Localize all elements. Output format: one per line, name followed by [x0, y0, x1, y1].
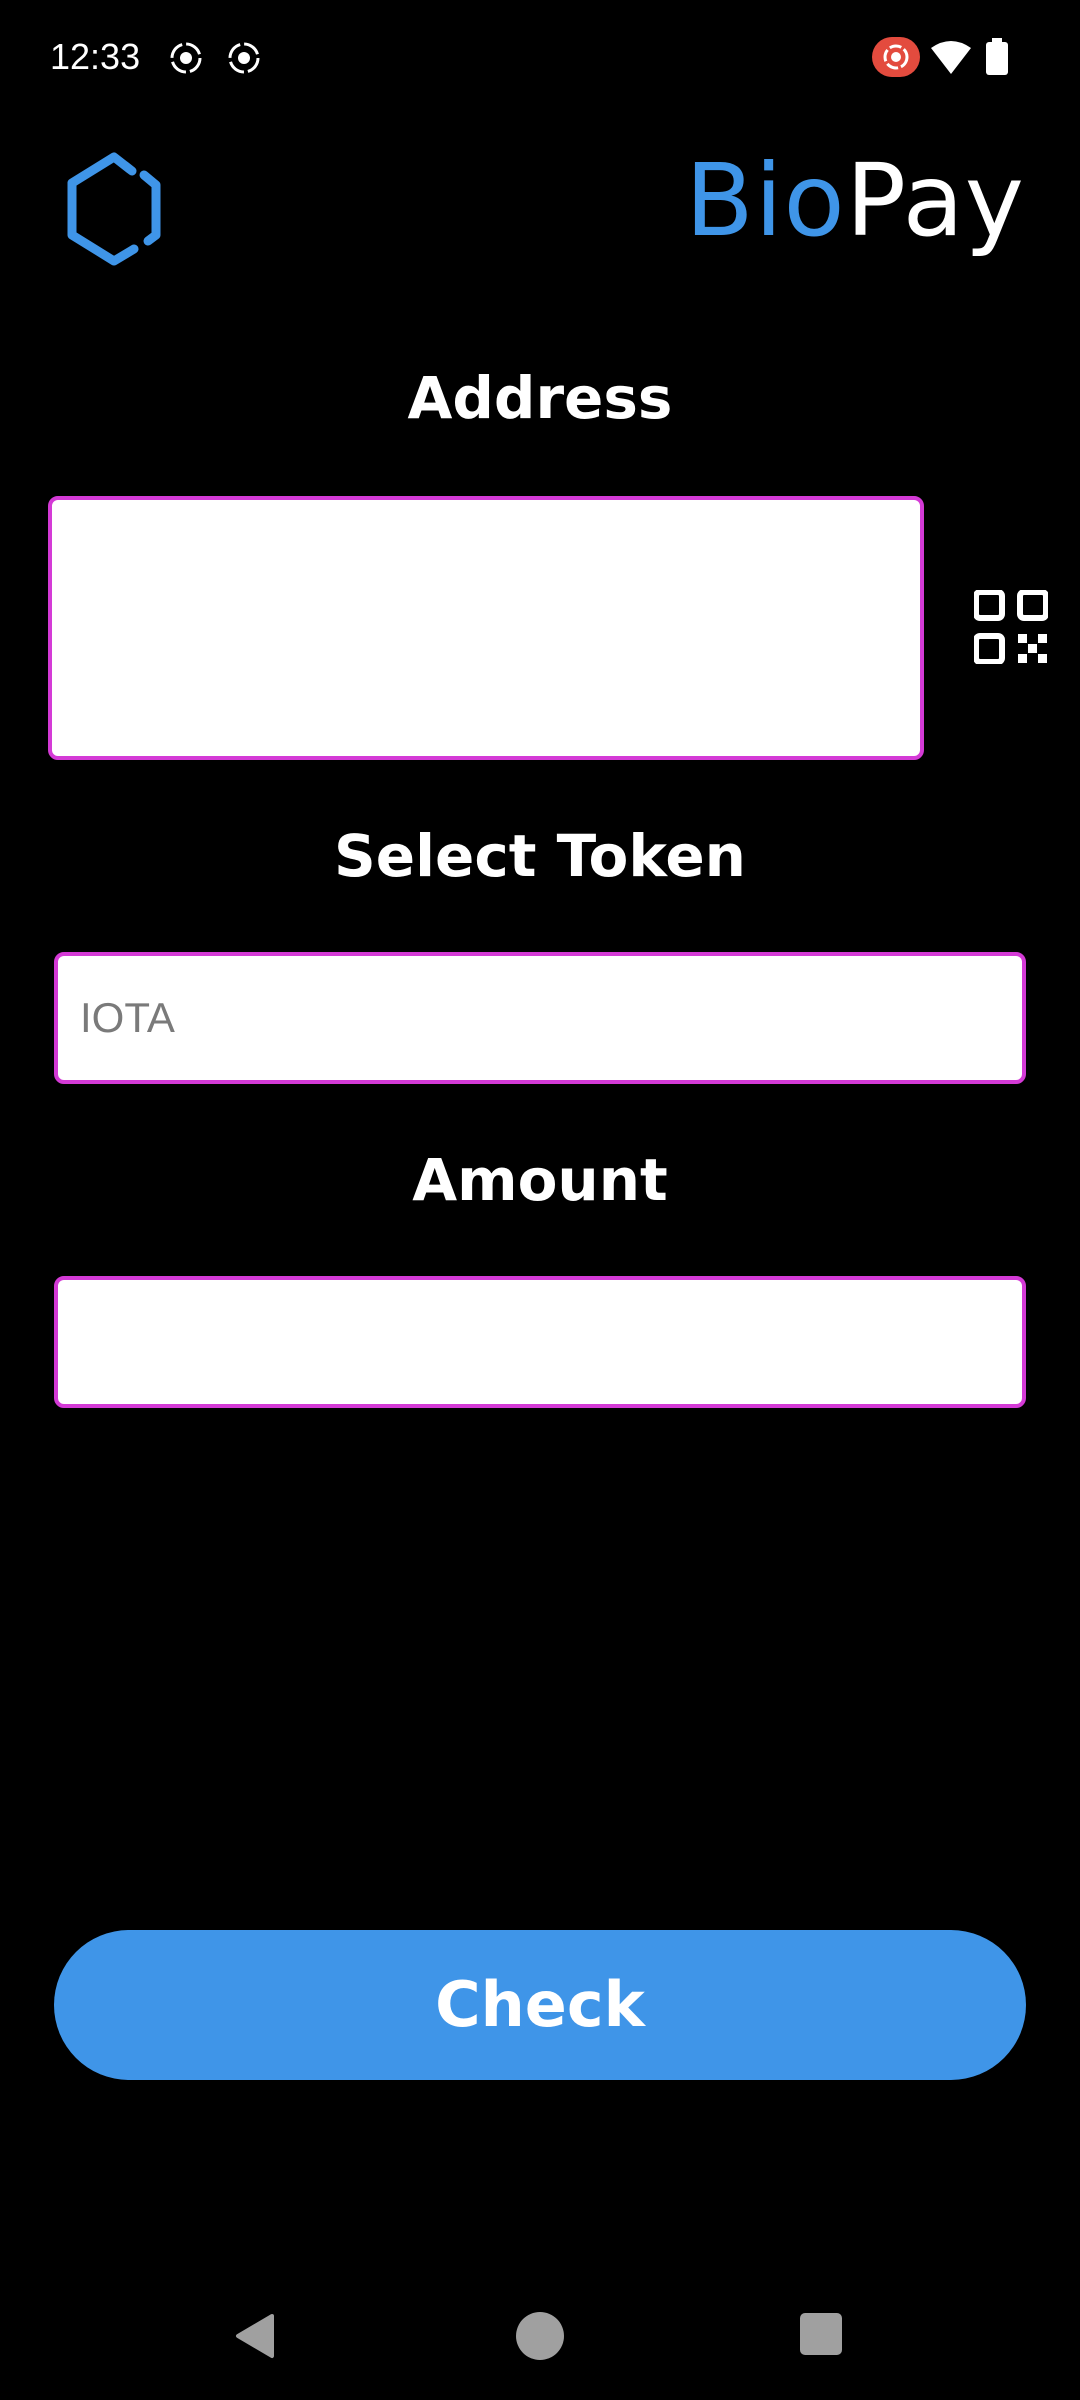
qr-code-icon[interactable]	[974, 590, 1048, 664]
address-label: Address	[407, 364, 673, 432]
home-icon[interactable]	[516, 2312, 564, 2360]
brand-pay: Pay	[845, 142, 1025, 259]
status-bar: 12:33	[0, 0, 1080, 120]
check-button[interactable]: Check	[54, 1930, 1026, 2080]
select-token-label: Select Token	[334, 822, 746, 890]
record-icon	[170, 42, 202, 74]
record-icon	[228, 42, 260, 74]
wifi-icon	[931, 41, 971, 74]
address-input[interactable]	[48, 496, 924, 760]
amount-label: Amount	[412, 1146, 668, 1214]
hexagon-logo-icon	[67, 152, 161, 266]
back-icon[interactable]	[232, 2312, 276, 2360]
battery-icon	[986, 38, 1008, 75]
token-select-field[interactable]	[54, 952, 1026, 1084]
status-time: 12:33	[50, 36, 141, 77]
brand-bio: Bio	[685, 142, 846, 259]
amount-input[interactable]	[54, 1276, 1026, 1408]
recents-icon[interactable]	[800, 2313, 842, 2355]
screen-record-icon	[872, 37, 920, 77]
brand-title: BioPay	[685, 142, 1025, 260]
